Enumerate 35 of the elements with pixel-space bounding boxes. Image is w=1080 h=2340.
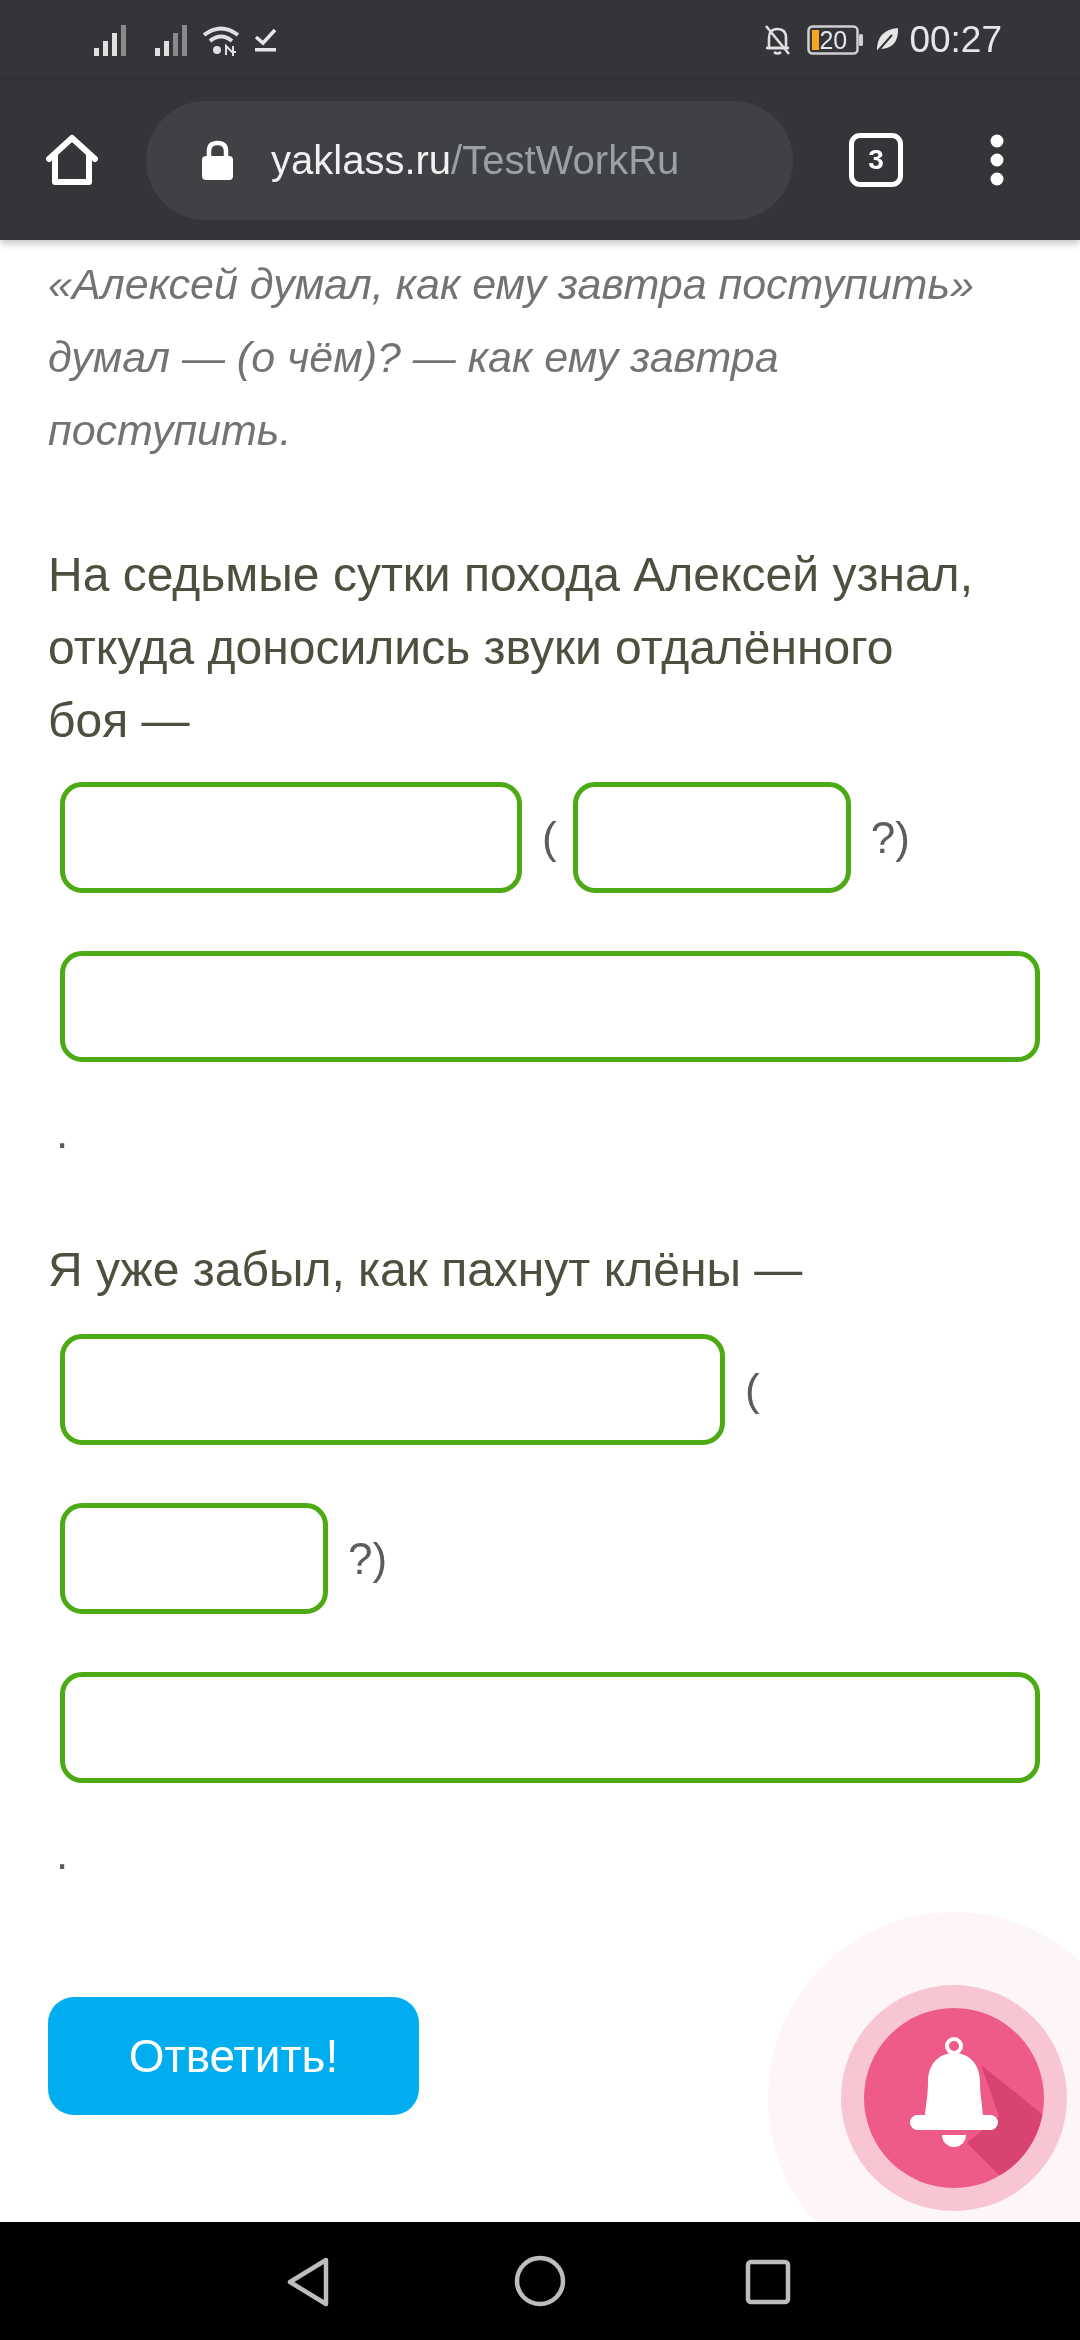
leaf-icon [874, 27, 900, 53]
recent-apps-icon[interactable] [745, 2259, 791, 2305]
address-bar[interactable]: yaklass.ru/TestWorkRu [146, 100, 793, 220]
clock-time: 00:27 [909, 18, 1002, 62]
back-icon[interactable] [285, 2256, 331, 2308]
punctuation-text: ( [542, 812, 557, 863]
menu-icon[interactable] [990, 134, 1004, 186]
punctuation-text: ?) [870, 812, 910, 863]
url-text: yaklass.ru/TestWorkRu [271, 137, 680, 184]
lock-icon [201, 140, 234, 180]
home-icon[interactable] [45, 134, 99, 186]
punctuation-text: ?) [348, 1533, 388, 1584]
wifi-icon [202, 24, 240, 56]
signal-icon [155, 24, 188, 56]
answer-field[interactable] [60, 1334, 725, 1445]
battery-percent: 20 [819, 26, 848, 54]
punctuation-text: . [56, 1108, 69, 1158]
check-icon [254, 28, 277, 52]
answer-field[interactable] [572, 782, 851, 893]
bell-off-icon [764, 24, 792, 56]
answer-field[interactable] [60, 1503, 328, 1614]
nav-home-icon[interactable] [514, 2255, 566, 2307]
punctuation-text: ( [745, 1364, 760, 1415]
question-text: Я уже забыл, как пахнут клёны — [48, 1242, 804, 1298]
bell-icon [910, 2037, 998, 2147]
signal-icon [94, 24, 127, 56]
example-sentence: «Алексей думал, как ему завтра поступить» [48, 259, 975, 310]
tab-count-button[interactable]: 3 [849, 133, 903, 187]
answer-field[interactable] [60, 1672, 1040, 1783]
analysis-text: думал — (о чём)? — как ему завтра поступить. [48, 332, 780, 456]
battery-icon [807, 25, 865, 55]
punctuation-text: . [56, 1829, 69, 1879]
answer-field[interactable] [60, 782, 522, 893]
question-text: На седьмые сутки похода Алексей узнал, откуда доносились звуки отдалённого боя — [48, 547, 974, 749]
answer-field[interactable] [60, 951, 1040, 1062]
